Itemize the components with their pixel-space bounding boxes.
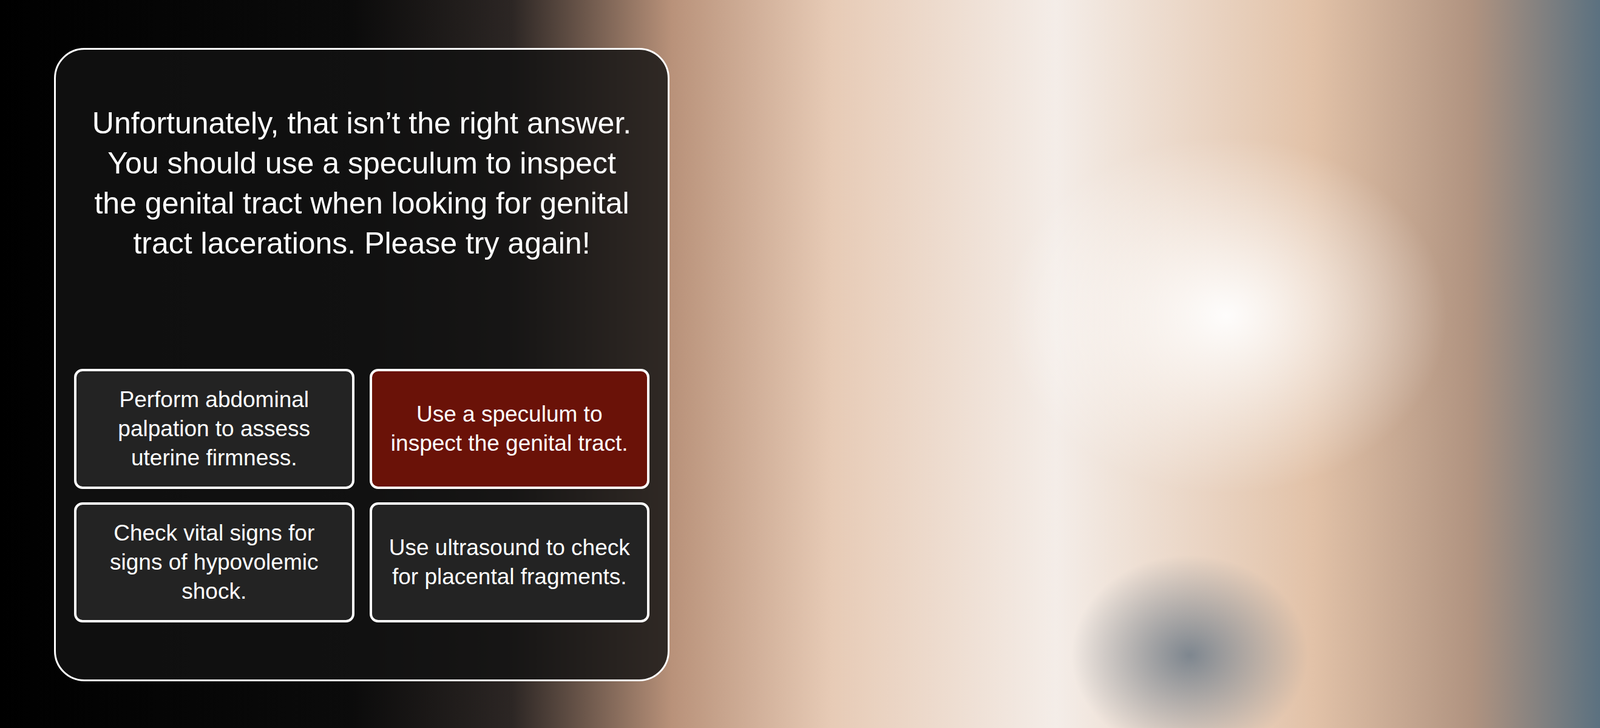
answer-button[interactable]: Use ultrasound to check for placental fr…	[369, 502, 651, 623]
answer-button[interactable]: Use a speculum to inspect the genital tr…	[369, 369, 651, 490]
feedback-panel: Unfortunately, that isn’t the right answ…	[54, 47, 670, 682]
answer-grid: Perform abdominal palpation to assess ut…	[74, 369, 650, 623]
feedback-message: Unfortunately, that isn’t the right answ…	[74, 103, 650, 264]
answer-button[interactable]: Perform abdominal palpation to assess ut…	[74, 369, 355, 490]
answer-button[interactable]: Check vital signs for signs of hypovolem…	[74, 502, 355, 623]
background-photo: Unfortunately, that isn’t the right answ…	[0, 0, 1600, 728]
